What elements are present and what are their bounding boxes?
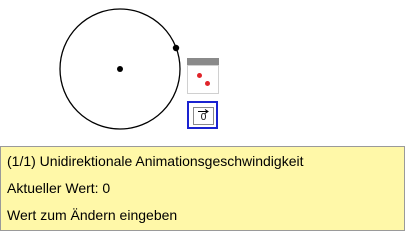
dice-pip — [197, 73, 202, 78]
tooltip: (1/1) Unidirektionale Animationsgeschwin… — [0, 146, 405, 231]
dice-pip — [205, 81, 210, 86]
tooltip-hint: Wert zum Ändern eingeben — [7, 207, 178, 223]
center-point[interactable] — [117, 66, 123, 72]
animation-speed-value: 0 — [200, 112, 207, 123]
animation-speed-button[interactable]: 0 — [187, 101, 218, 129]
dice-icon[interactable] — [187, 65, 219, 94]
circle-point[interactable] — [172, 44, 180, 52]
toolbox-header[interactable] — [187, 58, 219, 65]
animation-toolbox: 0 — [187, 58, 219, 132]
tooltip-current-value: Aktueller Wert: 0 — [7, 180, 111, 196]
tooltip-title: (1/1) Unidirektionale Animationsgeschwin… — [7, 153, 304, 169]
animation-speed-field[interactable]: 0 — [193, 107, 214, 125]
